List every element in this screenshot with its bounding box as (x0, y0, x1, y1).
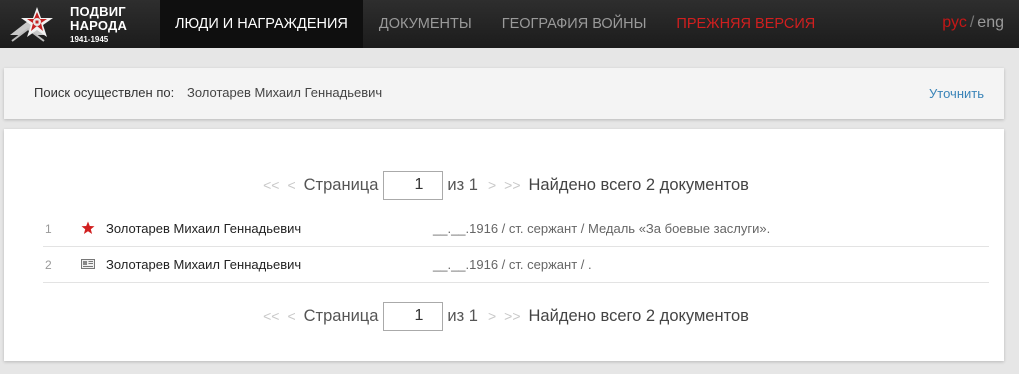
search-label: Поиск осуществлен по: (34, 85, 175, 100)
pager-prev-button[interactable]: < (287, 308, 295, 324)
result-person-name-link[interactable]: Золотарев Михаил Геннадьевич (106, 257, 301, 272)
result-details: __.__.1916 / ст. сержант / Медаль «За бо… (433, 221, 771, 236)
pager-total-pages: из 1 (447, 306, 478, 325)
logo-years: 1941-1945 (70, 35, 109, 44)
result-row[interactable]: 1 Золотарев Михаил Геннадьевич __.__.191… (43, 211, 989, 247)
pager-last-button[interactable]: >> (504, 308, 520, 324)
lang-en-link[interactable]: eng (977, 14, 1004, 31)
lang-ru-link[interactable]: рус (942, 14, 967, 31)
logo-text: ПОДВИГ НАРОДА 1941-1945 (70, 5, 127, 45)
result-details: __.__.1916 / ст. сержант / . (433, 257, 592, 272)
result-person-name-link[interactable]: Золотарев Михаил Геннадьевич (106, 221, 301, 236)
pager-first-button[interactable]: << (263, 177, 279, 193)
pager-prev-button[interactable]: < (287, 177, 295, 193)
pager-bottom: << < Страница из 1 > >> Найдено всего 2 … (4, 301, 1004, 331)
pager-next-button[interactable]: > (488, 177, 496, 193)
red-star-icon (81, 221, 95, 234)
nav-documents[interactable]: ДОКУМЕНТЫ (364, 0, 487, 48)
pager-found-count: Найдено всего 2 документов (528, 175, 749, 194)
refine-search-link[interactable]: Уточнить (929, 86, 984, 101)
search-query-value: Золотарев Михаил Геннадьевич (187, 85, 383, 100)
document-card-icon (81, 259, 95, 269)
pager-top: << < Страница из 1 > >> Найдено всего 2 … (4, 170, 1004, 200)
language-switcher: рус / eng (942, 0, 1004, 48)
main-nav: ЛЮДИ И НАГРАЖДЕНИЯ ДОКУМЕНТЫ ГЕОГРАФИЯ В… (160, 0, 830, 48)
pager-total-pages: из 1 (447, 175, 478, 194)
result-number: 2 (45, 258, 52, 272)
search-summary-panel: Поиск осуществлен по: Золотарев Михаил Г… (4, 68, 1004, 119)
nav-people-and-awards[interactable]: ЛЮДИ И НАГРАЖДЕНИЯ (160, 0, 363, 48)
pager-first-button[interactable]: << (263, 308, 279, 324)
pager-next-button[interactable]: > (488, 308, 496, 324)
result-number: 1 (45, 222, 52, 236)
pager-page-label: Страница (303, 175, 379, 194)
site-logo[interactable]: ПОДВИГ НАРОДА 1941-1945 (4, 3, 127, 45)
pager-page-input[interactable] (383, 301, 444, 331)
logo-title-line1: ПОДВИГ (70, 4, 126, 19)
lang-separator: / (969, 14, 975, 31)
pager-last-button[interactable]: >> (504, 177, 520, 193)
results-panel: << < Страница из 1 > >> Найдено всего 2 … (4, 129, 1004, 361)
nav-previous-version[interactable]: ПРЕЖНЯЯ ВЕРСИЯ (661, 0, 830, 48)
result-row[interactable]: 2 Золотарев Михаил Геннадьевич __.__.191… (43, 247, 989, 283)
logo-title-line2: НАРОДА (70, 18, 128, 33)
pager-found-count: Найдено всего 2 документов (528, 306, 749, 325)
order-star-emblem-icon (10, 7, 53, 42)
pager-page-input[interactable] (383, 170, 444, 200)
top-navigation-bar: ПОДВИГ НАРОДА 1941-1945 ЛЮДИ И НАГРАЖДЕН… (0, 0, 1019, 48)
nav-war-geography[interactable]: ГЕОГРАФИЯ ВОЙНЫ (487, 0, 662, 48)
pager-page-label: Страница (303, 306, 379, 325)
